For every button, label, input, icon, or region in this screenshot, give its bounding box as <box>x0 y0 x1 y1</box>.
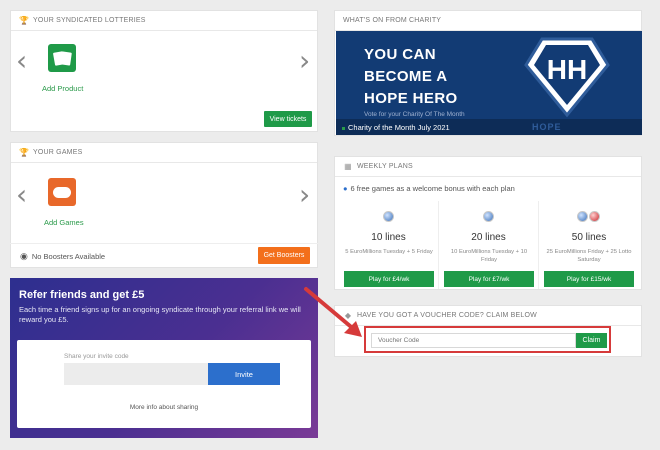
charity-month-label: Charity of the Month July 2021 <box>348 123 450 132</box>
lotteries-next-arrow[interactable]: › <box>299 47 310 75</box>
refer-friends-panel: Refer friends and get £5 Each time a fri… <box>10 278 318 438</box>
add-games-icon[interactable] <box>48 178 76 206</box>
trophy-icon: 🏆 <box>19 16 30 25</box>
info-icon: ● <box>343 184 348 193</box>
lotteries-header: 🏆 YOUR SYNDICATED LOTTERIES <box>11 11 317 31</box>
add-product-link[interactable]: Add Product <box>42 84 83 93</box>
plan-card: 10 lines 5 EuroMillions Tuesday + 5 Frid… <box>339 201 439 289</box>
voucher-highlight-frame: Claim <box>364 326 611 353</box>
plan-description: 5 EuroMillions Tuesday + 5 Friday <box>345 249 433 255</box>
boosters-text: No Boosters Available <box>31 251 106 261</box>
refer-description: Each time a friend signs up for an ongoi… <box>19 305 301 324</box>
plans-header: ▦ WEEKLY PLANS <box>335 157 641 177</box>
euromillions-ball-icon <box>483 211 494 222</box>
refer-title: Refer friends and get £5 <box>19 289 145 301</box>
voucher-panel: ◆ HAVE YOU GOT A VOUCHER CODE? CLAIM BEL… <box>334 305 642 357</box>
more-info-sharing-link[interactable]: More info about sharing <box>17 404 311 411</box>
red-pointer-arrow-icon <box>304 287 362 337</box>
plan-card: 20 lines 10 EuroMillions Tuesday + 10 Fr… <box>439 201 539 289</box>
hope-hero-shield-icon: HH <box>524 37 610 118</box>
invite-button[interactable]: Invite <box>208 363 280 385</box>
games-prev-arrow[interactable]: ‹ <box>16 181 27 209</box>
plan-card: 50 lines 25 EuroMillions Friday + 25 Lot… <box>539 201 639 289</box>
voucher-code-input[interactable] <box>371 333 576 348</box>
view-tickets-button[interactable]: View tickets <box>264 111 312 127</box>
plans-subtitle: ● 6 free games as a welcome bonus with ea… <box>343 184 515 193</box>
bullet-icon <box>342 127 345 130</box>
weekly-plans-panel: ▦ WEEKLY PLANS ● 6 free games as a welcom… <box>334 156 642 290</box>
plan-lines: 50 lines <box>571 232 607 243</box>
hope-logo-word: HOPE <box>532 122 562 132</box>
calendar-icon: ▦ <box>344 162 352 171</box>
euromillions-ball-icon <box>383 211 394 222</box>
charity-banner[interactable]: YOU CAN BECOME A HOPE HERO HH Vote for y… <box>336 31 642 135</box>
rocket-icon: ◉ <box>20 250 28 261</box>
charity-headline: YOU CAN BECOME A HOPE HERO <box>364 46 458 107</box>
plan-description: 10 EuroMillions Tuesday + 10 Friday <box>450 249 528 263</box>
add-games-link[interactable]: Add Games <box>44 218 84 227</box>
invite-box: Share your invite code Invite More info … <box>17 340 311 428</box>
trophy-icon: 🏆 <box>19 148 30 157</box>
voucher-header: ◆ HAVE YOU GOT A VOUCHER CODE? CLAIM BEL… <box>335 306 641 326</box>
plan-lines: 10 lines <box>371 232 406 243</box>
plan-description: 25 EuroMillions Friday + 25 Lotto Saturd… <box>546 249 632 263</box>
claim-button[interactable]: Claim <box>576 333 607 348</box>
invite-code-label: Share your invite code <box>64 353 129 360</box>
charity-header: WHAT'S ON FROM CHARITY <box>335 11 641 31</box>
play-plan-button[interactable]: Play for £15/wk <box>544 271 634 287</box>
plan-lines: 20 lines <box>471 232 506 243</box>
add-product-icon[interactable] <box>48 44 76 72</box>
play-plan-button[interactable]: Play for £7/wk <box>444 271 534 287</box>
charity-panel: WHAT'S ON FROM CHARITY YOU CAN BECOME A … <box>334 10 642 136</box>
lotteries-prev-arrow[interactable]: ‹ <box>16 47 27 75</box>
games-header: 🏆 YOUR GAMES <box>11 143 317 163</box>
invite-code-field[interactable] <box>64 363 208 385</box>
charity-vote-text: Vote for your Charity Of The Month <box>364 111 465 118</box>
get-boosters-button[interactable]: Get Boosters <box>258 247 310 264</box>
lotto-ball-icon <box>589 211 600 222</box>
svg-text:HH: HH <box>547 54 587 85</box>
euromillions-ball-icon <box>577 211 588 222</box>
games-next-arrow[interactable]: › <box>299 181 310 209</box>
